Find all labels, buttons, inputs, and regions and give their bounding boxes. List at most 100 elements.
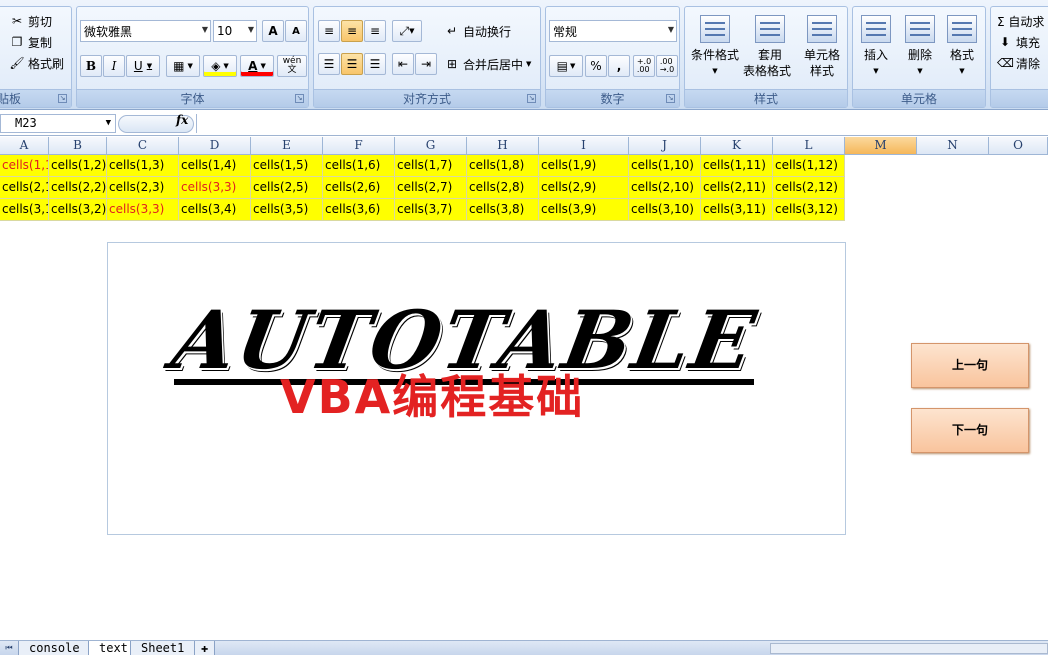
align-right-button[interactable]: ☰	[364, 53, 386, 75]
font-launcher-icon[interactable]: ↘	[295, 94, 304, 103]
autosum-button[interactable]: Σ 自动求	[997, 11, 1044, 31]
align-center-button[interactable]: ☰	[341, 53, 363, 75]
grow-font-button[interactable]: A	[262, 20, 284, 42]
horizontal-scrollbar[interactable]	[770, 643, 1048, 654]
cell-d1[interactable]: cells(1,4)	[179, 155, 251, 177]
wrap-text-button[interactable]: ↵ 自动换行	[444, 21, 511, 41]
column-header-e[interactable]: E	[251, 137, 323, 155]
cell-g3[interactable]: cells(3,7)	[395, 199, 467, 221]
cell-k2[interactable]: cells(2,11)	[701, 177, 773, 199]
decrease-indent-button[interactable]: ⇤	[392, 53, 414, 75]
font-color-button[interactable]: A ▼	[240, 55, 274, 77]
align-top-button[interactable]: ≡	[318, 20, 340, 42]
cell-j3[interactable]: cells(3,10)	[629, 199, 701, 221]
cell-i1[interactable]: cells(1,9)	[539, 155, 629, 177]
sheet-tab-sheet1[interactable]: Sheet1	[130, 641, 196, 655]
increase-decimal-button[interactable]: +.0 .00	[633, 55, 655, 77]
clipboard-launcher-icon[interactable]: ↘	[58, 94, 67, 103]
cell-f1[interactable]: cells(1,6)	[323, 155, 395, 177]
cell-styles-button[interactable]: 单元格 样式	[795, 15, 849, 85]
alignment-launcher-icon[interactable]: ↘	[527, 94, 536, 103]
cell-c2[interactable]: cells(2,3)	[107, 177, 179, 199]
cell-e1[interactable]: cells(1,5)	[251, 155, 323, 177]
cell-l2[interactable]: cells(2,12)	[773, 177, 845, 199]
cell-f3[interactable]: cells(3,6)	[323, 199, 395, 221]
format-button[interactable]: 格式 ▼	[939, 15, 985, 85]
cell-i2[interactable]: cells(2,9)	[539, 177, 629, 199]
underline-button[interactable]: U ▼	[126, 55, 160, 77]
column-header-i[interactable]: I	[539, 137, 629, 155]
column-header-b[interactable]: B	[49, 137, 107, 155]
cell-f2[interactable]: cells(2,6)	[323, 177, 395, 199]
format-as-table-button[interactable]: 套用 表格格式	[741, 15, 799, 85]
next-sentence-button[interactable]: 下一句	[911, 408, 1029, 453]
column-header-o[interactable]: O	[989, 137, 1048, 155]
shrink-font-button[interactable]: A	[285, 20, 307, 42]
borders-button[interactable]: ▦ ▼	[166, 55, 200, 77]
cell-i3[interactable]: cells(3,9)	[539, 199, 629, 221]
align-middle-button[interactable]: ≡	[341, 20, 363, 42]
formula-input[interactable]	[196, 114, 1048, 133]
column-header-m[interactable]: M	[845, 137, 917, 155]
phonetic-button[interactable]: wén 文	[277, 55, 307, 77]
cell-g2[interactable]: cells(2,7)	[395, 177, 467, 199]
cell-g1[interactable]: cells(1,7)	[395, 155, 467, 177]
cell-a3[interactable]: cells(3,1)	[0, 199, 49, 221]
cell-d3[interactable]: cells(3,4)	[179, 199, 251, 221]
cell-l3[interactable]: cells(3,12)	[773, 199, 845, 221]
number-launcher-icon[interactable]: ↘	[666, 94, 675, 103]
previous-sentence-button[interactable]: 上一句	[911, 343, 1029, 388]
percent-button[interactable]: %	[585, 55, 607, 77]
cell-h2[interactable]: cells(2,8)	[467, 177, 539, 199]
fill-color-button[interactable]: ◈ ▼	[203, 55, 237, 77]
cell-k1[interactable]: cells(1,11)	[701, 155, 773, 177]
cell-k3[interactable]: cells(3,11)	[701, 199, 773, 221]
column-header-k[interactable]: K	[701, 137, 773, 155]
bold-button[interactable]: B	[80, 55, 102, 77]
cell-j2[interactable]: cells(2,10)	[629, 177, 701, 199]
font-size-select[interactable]: 10 ▼	[213, 20, 257, 42]
cell-a1[interactable]: cells(1,1)	[0, 155, 49, 177]
fill-button[interactable]: ⬇ 填充	[997, 32, 1040, 52]
cell-e3[interactable]: cells(3,5)	[251, 199, 323, 221]
column-header-d[interactable]: D	[179, 137, 251, 155]
insert-button[interactable]: 插入 ▼	[853, 15, 899, 85]
cell-a2[interactable]: cells(2,1)	[0, 177, 49, 199]
banner-image[interactable]: AUTOTABLE VBA编程基础	[107, 242, 846, 535]
delete-button[interactable]: 删除 ▼	[897, 15, 943, 85]
merge-center-button[interactable]: ⊞ 合并后居中 ▼	[444, 54, 531, 74]
insert-sheet-icon[interactable]: ✚	[194, 641, 216, 655]
insert-function-icon[interactable]: fx	[176, 113, 188, 127]
number-format-select[interactable]: 常规 ▼	[549, 20, 677, 42]
column-header-c[interactable]: C	[107, 137, 179, 155]
cut-button[interactable]: ✂ 剪切	[9, 11, 52, 31]
cell-j1[interactable]: cells(1,10)	[629, 155, 701, 177]
comma-button[interactable]: ,	[608, 55, 630, 77]
cell-l1[interactable]: cells(1,12)	[773, 155, 845, 177]
cell-c1[interactable]: cells(1,3)	[107, 155, 179, 177]
cell-d2[interactable]: cells(3,3)	[179, 177, 251, 199]
increase-indent-button[interactable]: ⇥	[415, 53, 437, 75]
align-left-button[interactable]: ☰	[318, 53, 340, 75]
copy-button[interactable]: ❐ 复制	[9, 32, 52, 52]
cell-e2[interactable]: cells(2,5)	[251, 177, 323, 199]
cell-b1[interactable]: cells(1,2)	[49, 155, 107, 177]
font-name-select[interactable]: 微软雅黑 ▼	[80, 20, 211, 42]
decrease-decimal-button[interactable]: .00 →.0	[656, 55, 678, 77]
clear-button[interactable]: ⌫ 清除	[997, 53, 1040, 73]
italic-button[interactable]: I	[103, 55, 125, 77]
column-header-f[interactable]: F	[323, 137, 395, 155]
format-painter-button[interactable]: 🖌 格式刷	[9, 53, 64, 73]
cell-c3[interactable]: cells(3,3)	[107, 199, 179, 221]
sheet-tab-console[interactable]: console	[18, 641, 91, 655]
column-header-j[interactable]: J	[629, 137, 701, 155]
first-sheet-icon[interactable]: ⏮	[2, 642, 16, 654]
orientation-button[interactable]: ⤢ ▼	[392, 20, 422, 42]
accounting-button[interactable]: ▤ ▼	[549, 55, 583, 77]
column-header-g[interactable]: G	[395, 137, 467, 155]
column-header-n[interactable]: N	[917, 137, 989, 155]
cell-b3[interactable]: cells(3,2)	[49, 199, 107, 221]
align-bottom-button[interactable]: ≡	[364, 20, 386, 42]
name-box[interactable]: M23 ▼	[0, 114, 116, 133]
cell-h1[interactable]: cells(1,8)	[467, 155, 539, 177]
